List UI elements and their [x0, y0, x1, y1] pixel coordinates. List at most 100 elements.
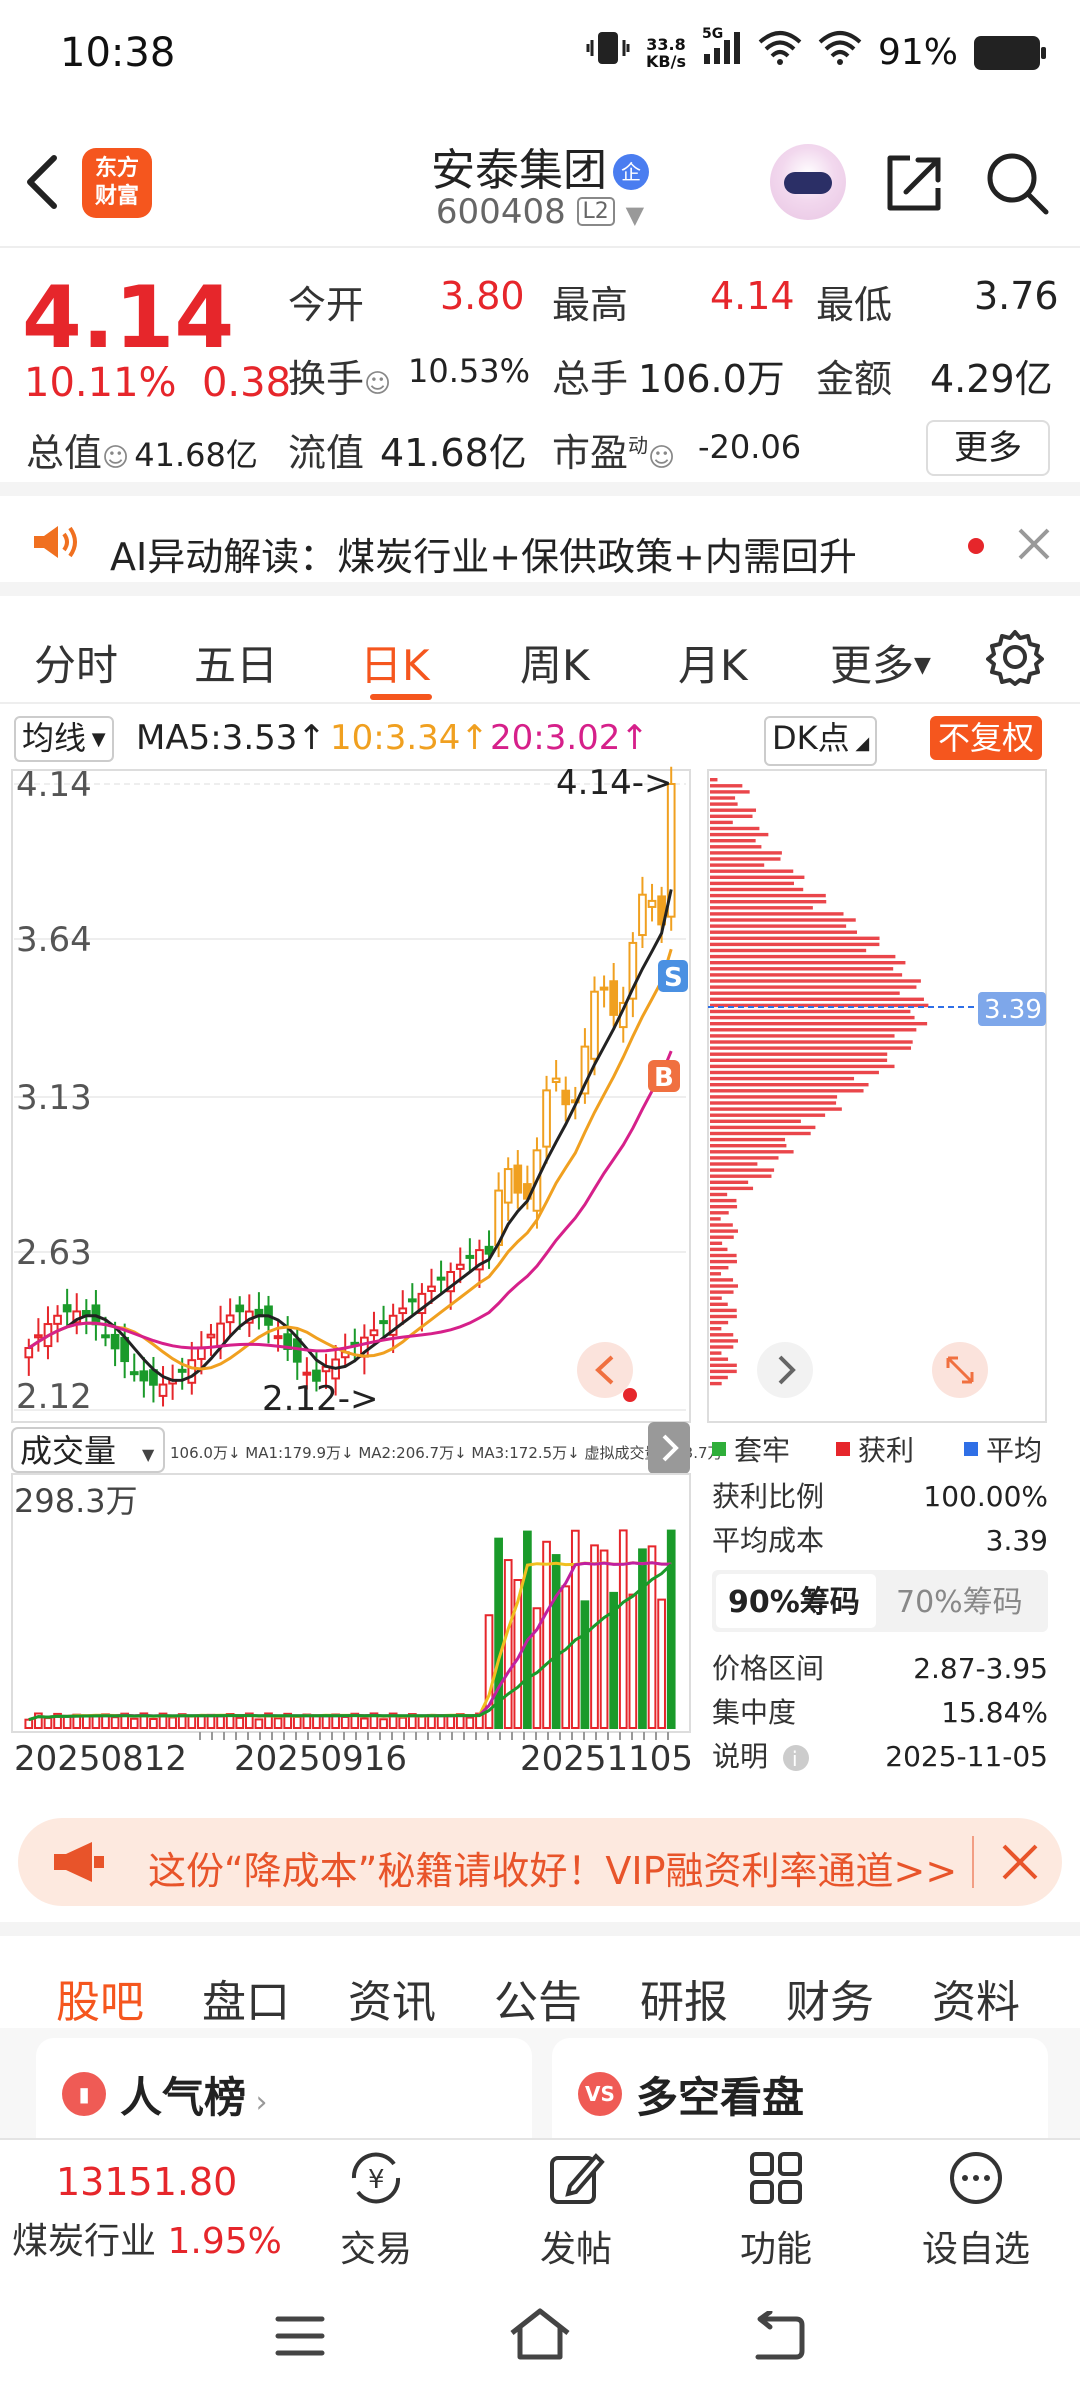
- chip-bar: [710, 1119, 801, 1123]
- chip-bar: [710, 948, 867, 953]
- x-tick-label: 20250916: [234, 1739, 407, 1779]
- chip-tab-90-label: 90%筹码: [728, 1585, 860, 1620]
- turnover-label: 换手☺: [288, 357, 392, 401]
- volume-bar: [24, 1718, 34, 1729]
- candle-body: [158, 1383, 168, 1397]
- ai-assistant-icon[interactable]: [770, 144, 846, 220]
- chip-bar: [710, 796, 736, 800]
- index-value[interactable]: 13151.80: [56, 2160, 237, 2204]
- candle-body: [503, 1168, 513, 1204]
- index-info[interactable]: 煤炭行业 1.95%: [12, 2212, 282, 2264]
- volume-bar: [657, 1598, 666, 1729]
- chip-bar: [710, 1125, 816, 1130]
- add-watchlist-button[interactable]: 设自选: [896, 2148, 1056, 2272]
- chip-bar: [710, 1137, 786, 1142]
- open-label: 今开: [288, 283, 365, 327]
- tab-news[interactable]: 资讯: [348, 1966, 436, 2030]
- buy-signal: B: [648, 1060, 680, 1093]
- tab-timeshare[interactable]: 分时: [34, 632, 118, 693]
- sell-signal-label: S: [664, 963, 683, 993]
- home-icon[interactable]: [508, 2307, 572, 2365]
- chip-bar: [710, 1247, 728, 1252]
- wifi-icon: [818, 30, 862, 75]
- turnover-value: 10.53%: [408, 352, 531, 390]
- chip-bar: [710, 1369, 737, 1374]
- promo-banner[interactable]: 这份“降成本”秘籍请收好！VIP融资利率通道>>: [18, 1818, 1062, 1906]
- ai-banner[interactable]: AI异动解读：煤炭行业+保供政策+内需回升: [0, 496, 1080, 596]
- chip-tab-70-label: 70%筹码: [896, 1585, 1023, 1620]
- quote-panel: 4.14 10.11% 0.38 总值☺ 41.68亿 今开 3.80 最高 4…: [0, 250, 1080, 496]
- legend-swatch: [964, 1442, 978, 1456]
- chip-bar: [710, 839, 756, 843]
- volume-bar: [503, 1559, 513, 1729]
- chip-bar: [710, 778, 718, 782]
- tab-weekly-k[interactable]: 周K: [520, 632, 590, 693]
- chip-bar: [710, 875, 805, 879]
- y-tick-label: 4.14: [16, 765, 92, 805]
- menu-icon[interactable]: [274, 2313, 326, 2363]
- tab-pankou[interactable]: 盘口: [202, 1966, 290, 2030]
- tab-research[interactable]: 研报: [640, 1966, 728, 2030]
- tab-profile[interactable]: 资料: [932, 1966, 1020, 2030]
- search-icon[interactable]: [984, 150, 1050, 216]
- chip-bar: [710, 1156, 779, 1160]
- chip-bar: [710, 1272, 722, 1276]
- close-icon[interactable]: [1016, 526, 1052, 566]
- chip-bar: [710, 814, 753, 818]
- candle-body: [551, 1077, 561, 1084]
- candle-body: [129, 1371, 139, 1376]
- tab-guba[interactable]: 股吧: [56, 1966, 144, 2030]
- low-label: 最低: [816, 283, 893, 327]
- candle-body: [455, 1263, 465, 1270]
- amount-value: 4.29亿: [930, 357, 1053, 401]
- x-tick-label: 20250812: [14, 1739, 187, 1779]
- chip-bar: [710, 1278, 734, 1282]
- candle-body: [302, 1371, 312, 1376]
- y-tick-label: 3.64: [16, 920, 92, 960]
- volume-bar: [465, 1716, 475, 1729]
- tab-notice[interactable]: 公告: [494, 1966, 582, 2030]
- open-value: 3.80: [440, 274, 525, 318]
- trade-button[interactable]: ¥ 交易: [296, 2148, 456, 2272]
- volume-bar: [312, 1714, 321, 1729]
- chip-bar: [710, 1192, 728, 1197]
- chip-bar: [710, 1089, 864, 1093]
- volume-bar: [187, 1715, 197, 1730]
- volume-bar: [168, 1716, 177, 1729]
- avg-cost-tag-label: 3.39: [984, 995, 1042, 1025]
- chip-bar: [710, 826, 760, 831]
- volume-bar: [590, 1544, 599, 1730]
- speaker-icon: [30, 522, 80, 566]
- chip-bar: [710, 997, 924, 1001]
- share-icon[interactable]: [880, 150, 946, 216]
- total-mv: 总值☺ 41.68亿: [26, 431, 258, 475]
- chart-area: 4.14 3.64 3.13 2.63 2.12 4.14-> 2.12-> S B 3…: [11, 763, 1048, 1779]
- longshort-card[interactable]: VS 多空看盘: [552, 2038, 1048, 2138]
- high-marker: 4.14->: [556, 763, 672, 803]
- close-icon[interactable]: [1000, 1842, 1040, 1886]
- fuquan-button[interactable]: 不复权: [930, 716, 1043, 760]
- more-button[interactable]: 更多: [926, 420, 1050, 476]
- back-nav-icon[interactable]: [750, 2309, 806, 2365]
- dk-selector[interactable]: DK点 ◢: [764, 716, 878, 766]
- avg-cost-label: 平均成本: [712, 1524, 824, 1557]
- legend-label: 套牢: [734, 1434, 790, 1467]
- function-button[interactable]: 功能: [696, 2148, 856, 2272]
- tab-more[interactable]: 更多▼: [830, 632, 931, 693]
- info-icon-glyph: i: [792, 1747, 798, 1771]
- tab-five-day[interactable]: 五日: [194, 632, 278, 693]
- tab-monthly-k[interactable]: 月K: [678, 632, 748, 693]
- longshort-title: 多空看盘: [636, 2073, 805, 2122]
- post-button[interactable]: 发帖: [496, 2148, 656, 2272]
- ma-selector[interactable]: 均线 ▼: [14, 716, 114, 762]
- volume-bar: [235, 1716, 245, 1729]
- settings-icon[interactable]: [986, 628, 1044, 690]
- popularity-card[interactable]: ▮ 人气榜 ›: [36, 2038, 532, 2138]
- volume-bar: [618, 1529, 628, 1729]
- tab-daily-k[interactable]: 日K: [360, 632, 430, 693]
- candle-body: [24, 1347, 34, 1359]
- tab-finance[interactable]: 财务: [786, 1966, 874, 2030]
- volume-bar: [254, 1718, 264, 1730]
- chip-prev-icon: [757, 1342, 813, 1398]
- chip-bar: [710, 1284, 738, 1288]
